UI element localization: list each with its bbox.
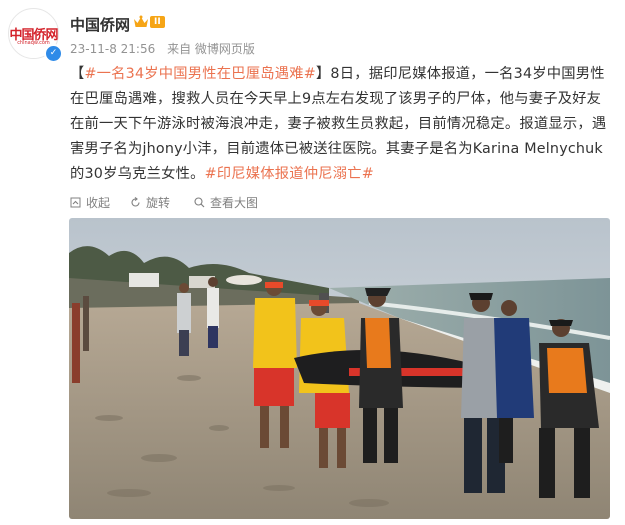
view-large-button[interactable]: 查看大图 bbox=[194, 194, 258, 211]
post-text: 【#一名34岁中国男性在巴厘岛遇难#】8日，据印尼媒体报道，一名34岁中国男性在… bbox=[70, 66, 607, 182]
collapse-label: 收起 bbox=[86, 196, 111, 210]
post-body: 8日，据印尼媒体报道，一名34岁中国男性在巴厘岛遇难，搜救人员在今天早上9点左右… bbox=[70, 66, 607, 182]
post-time[interactable]: 23-11-8 21:56 bbox=[70, 42, 155, 56]
collapse-button[interactable]: 收起 bbox=[70, 194, 110, 211]
level-badge: II bbox=[150, 16, 165, 28]
account-name[interactable]: 中国侨网 bbox=[70, 14, 130, 35]
post-source: 来自 微博网页版 bbox=[167, 42, 255, 56]
hashtag-link-main[interactable]: #一名34岁中国男性在巴厘岛遇难# bbox=[85, 66, 316, 82]
collapse-icon bbox=[70, 197, 81, 208]
rotate-button[interactable]: 旋转 bbox=[130, 194, 170, 211]
crown-icon bbox=[134, 15, 148, 27]
rotate-label: 旋转 bbox=[146, 196, 171, 210]
zoom-icon bbox=[194, 197, 205, 208]
beach-rescue-photo bbox=[69, 218, 610, 519]
view-large-label: 查看大图 bbox=[210, 196, 259, 210]
verified-icon: ✓ bbox=[44, 44, 63, 63]
post-photo[interactable] bbox=[69, 218, 610, 519]
rotate-icon bbox=[131, 197, 140, 207]
hashtag-link-end[interactable]: #印尼媒体报道仲尼溺亡# bbox=[205, 166, 374, 182]
post-meta: 23-11-8 21:56 来自 微博网页版 bbox=[70, 40, 263, 57]
